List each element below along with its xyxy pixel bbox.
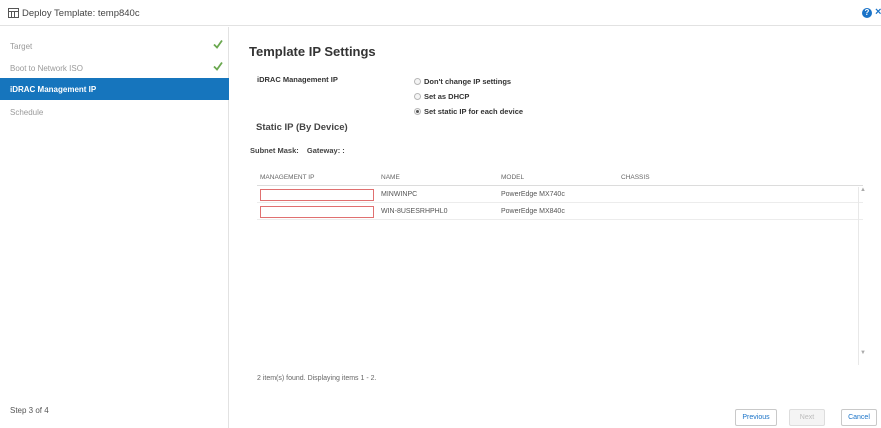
step-counter: Step 3 of 4 [10, 406, 49, 415]
subnet-mask-label: Subnet Mask: [250, 146, 299, 155]
column-header-chassis[interactable]: CHASSIS [621, 174, 650, 181]
radio-button[interactable] [414, 78, 421, 85]
step-label: iDRAC Management IP [10, 85, 97, 94]
idrac-management-ip-label: iDRAC Management IP [257, 75, 338, 84]
check-icon [213, 39, 223, 49]
scroll-up-icon[interactable]: ▲ [860, 187, 866, 193]
management-ip-input[interactable] [260, 206, 374, 218]
cancel-button[interactable]: Cancel [841, 409, 877, 426]
management-ip-input[interactable] [260, 189, 374, 201]
wizard-sidebar: Target Boot to Network ISO iDRAC Managem… [0, 27, 229, 428]
title-bar: Deploy Template: temp840c ? × [0, 0, 881, 26]
static-ip-section-title: Static IP (By Device) [256, 122, 348, 133]
sidebar-item-target[interactable]: Target [0, 35, 229, 57]
close-icon[interactable]: × [875, 6, 881, 18]
help-icon[interactable]: ? [862, 8, 872, 18]
sidebar-item-idrac-management-ip[interactable]: iDRAC Management IP [0, 78, 229, 100]
page-title: Template IP Settings [249, 44, 376, 59]
radio-button[interactable] [414, 108, 421, 115]
step-label: Target [10, 42, 33, 51]
gateway-label: Gateway: : [306, 146, 345, 155]
device-name-cell: MINWINPC [381, 191, 418, 198]
previous-button[interactable]: Previous [735, 409, 777, 426]
main-panel: Template IP Settings iDRAC Management IP… [230, 27, 881, 428]
radio-label: Set static IP for each device [424, 107, 524, 116]
device-ip-grid: MANAGEMENT IP NAME MODEL CHASSIS MINWINP… [257, 171, 866, 391]
next-button[interactable]: Next [789, 409, 825, 426]
step-label: Schedule [10, 108, 44, 117]
column-header-model[interactable]: MODEL [501, 174, 524, 181]
column-header-name[interactable]: NAME [381, 174, 400, 181]
grid-scrollbar[interactable] [858, 187, 859, 365]
radio-label: Don't change IP settings [424, 77, 512, 86]
radio-label: Set as DHCP [424, 92, 470, 101]
check-icon [213, 61, 223, 71]
subnet-gateway-row: Subnet Mask: Gateway: : [250, 146, 351, 155]
grid-header: MANAGEMENT IP NAME MODEL CHASSIS [257, 171, 863, 186]
window-title: Deploy Template: temp840c [22, 8, 140, 19]
table-row: MINWINPC PowerEdge MX740c [257, 186, 863, 203]
sidebar-item-boot-to-network-iso[interactable]: Boot to Network ISO [0, 57, 229, 79]
column-header-management-ip[interactable]: MANAGEMENT IP [260, 174, 314, 181]
template-icon [8, 8, 19, 18]
table-row: WIN-8USESRHPHL0 PowerEdge MX840c [257, 203, 863, 220]
step-label: Boot to Network ISO [10, 64, 83, 73]
sidebar-item-schedule[interactable]: Schedule [0, 101, 229, 123]
radio-button[interactable] [414, 93, 421, 100]
device-model-cell: PowerEdge MX840c [501, 208, 565, 215]
device-name-cell: WIN-8USESRHPHL0 [381, 208, 448, 215]
items-found-status: 2 item(s) found. Displaying items 1 - 2. [257, 375, 377, 382]
scroll-down-icon[interactable]: ▼ [860, 350, 866, 356]
device-model-cell: PowerEdge MX740c [501, 191, 565, 198]
